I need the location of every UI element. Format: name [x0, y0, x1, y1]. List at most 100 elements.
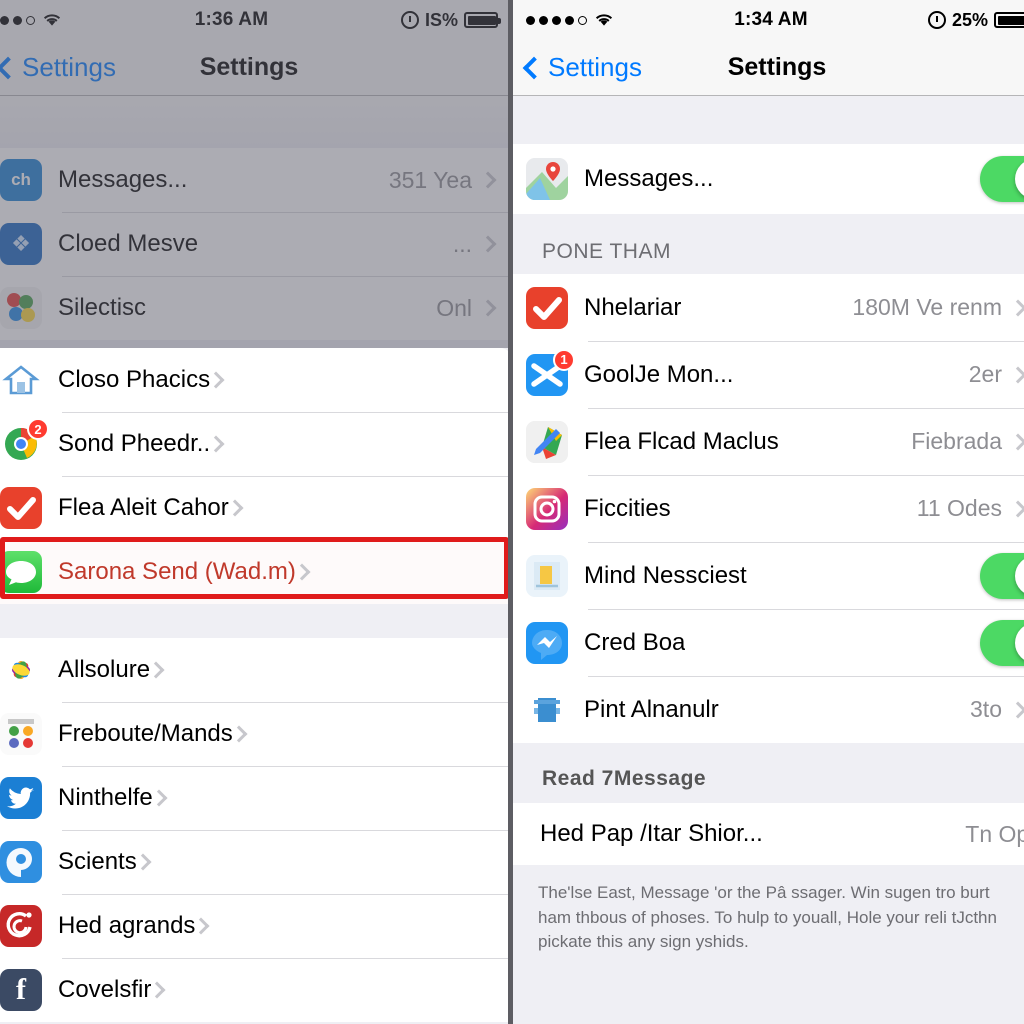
maps-pencil-icon	[526, 420, 568, 463]
toggle-switch[interactable]	[980, 156, 1024, 202]
list-item-label: Sarona Send (Wad.m)	[58, 558, 296, 585]
mail-icon-wrap: 1	[526, 348, 575, 396]
list-item-label: Freboute/Mands	[58, 720, 233, 747]
vpn-app-icon: ❖	[0, 223, 42, 265]
list-item[interactable]: Cred Boa	[512, 609, 1024, 676]
list-item[interactable]: Scients	[0, 830, 512, 894]
right-back-label: Settings	[548, 52, 642, 82]
list-item[interactable]: Flea Flcad Maclus Fiebrada	[512, 408, 1024, 475]
list-item[interactable]: Ninthelfe	[0, 766, 512, 830]
chevron-right-icon	[147, 661, 165, 679]
right-status-right: 25%	[927, 9, 1024, 31]
photos-app-icon	[0, 649, 42, 691]
list-item[interactable]: Pint Alnanulr 3to	[512, 676, 1024, 743]
right-back-button[interactable]: Settings	[512, 52, 642, 83]
list-item[interactable]: ❖ Cloed Mesve ...	[0, 212, 512, 276]
list-item[interactable]: Allsolure	[0, 638, 512, 702]
list-item[interactable]: ch Messages... 351 Yea	[0, 148, 512, 212]
list-item-label: GoolJe Mon...	[584, 360, 734, 388]
list-item-label: Cloed Mesve	[58, 230, 199, 257]
reminders-app-icon	[0, 713, 42, 755]
list-item[interactable]: 2 Sond Pheedr..	[0, 412, 512, 476]
list-item[interactable]: Silectisc Onl	[0, 276, 512, 340]
location-app-icon	[0, 841, 42, 883]
wifi-icon	[43, 14, 61, 26]
list-item-value: 2er	[968, 361, 1002, 387]
left-status-bar: 1:36 AM IS%	[0, 0, 512, 40]
printer-app-icon	[526, 688, 568, 731]
chevron-right-icon	[479, 171, 497, 189]
left-battery-percent: IS%	[424, 9, 458, 30]
chevron-left-icon	[0, 56, 20, 79]
list-item[interactable]: Hed Pap /Itar Shior... Tn Ope	[512, 803, 1024, 865]
notification-badge: 2	[27, 418, 49, 440]
list-item[interactable]: Flea Aleit Cahor	[0, 476, 512, 540]
chevron-left-icon	[522, 56, 546, 79]
home-app-icon	[0, 359, 42, 401]
left-back-label: Settings	[22, 52, 116, 82]
list-item[interactable]: Messages...	[512, 144, 1024, 214]
messages-app-icon	[0, 551, 42, 593]
signal-dots-icon	[0, 15, 35, 25]
messenger-app-icon	[526, 621, 568, 664]
list-item-label: Nhelariar	[584, 293, 682, 321]
list-item[interactable]: Freboute/Mands	[0, 702, 512, 766]
list-item-value: 3to	[970, 696, 1002, 722]
list-item-label: Flea Aleit Cahor	[58, 494, 229, 521]
chrome-icon-wrap: 2	[0, 418, 49, 465]
list-item[interactable]: f Covelsfir	[0, 958, 512, 1022]
list-item-value: 351 Yea	[388, 166, 472, 193]
toggle-switch[interactable]	[980, 619, 1024, 666]
chevron-right-icon	[192, 917, 210, 935]
list-item[interactable]: Hed agrands	[0, 894, 512, 958]
chevron-right-icon	[226, 499, 244, 517]
list-item[interactable]: Nhelariar 180M Ve renm	[512, 274, 1024, 341]
instagram-app-icon	[526, 487, 568, 530]
list-item[interactable]: Closo Phacics	[0, 348, 512, 412]
maps-app-icon	[526, 158, 568, 200]
left-clock: 1:36 AM	[194, 9, 269, 30]
list-item-label: Closo Phacics	[58, 366, 211, 393]
section-header: PONE THAM	[512, 214, 1024, 274]
list-item[interactable]: 1 GoolJe Mon... 2er	[512, 341, 1024, 408]
watch-app-icon: ch	[0, 159, 42, 201]
list-item-label: Pint Alnanulr	[584, 695, 719, 723]
battery-icon	[464, 12, 501, 28]
left-status-right: IS%	[400, 9, 501, 31]
right-nav-bar: Settings Settings	[512, 40, 1024, 96]
left-top-spacer	[0, 96, 512, 148]
chevron-right-icon	[479, 235, 497, 253]
list-item-label: Flea Flcad Maclus	[584, 427, 779, 455]
chevron-right-icon	[207, 435, 225, 453]
right-group-middle: Nhelariar 180M Ve renm 1 GoolJe Mon... 2…	[512, 274, 1024, 743]
list-item[interactable]: Ficcities 11 Odes	[512, 475, 1024, 542]
battery-icon	[994, 12, 1024, 28]
left-group-middle: Closo Phacics 2 Sond Pheedr.. Flea Aleit…	[0, 348, 512, 604]
list-item-value: 11 Odes	[916, 495, 1002, 521]
alarm-icon	[927, 11, 946, 29]
left-gap-1	[0, 340, 512, 348]
right-phone-panel: 1:34 AM 25% Settings Settings Messages..…	[512, 0, 1024, 1024]
list-item-label: Mind Nessciest	[584, 561, 747, 589]
facebook-app-icon: f	[0, 969, 42, 1011]
left-back-button[interactable]: Settings	[0, 52, 116, 83]
left-group-bottom: Allsolure Freboute/Mands Ninthelfe Scien…	[0, 638, 512, 1022]
notes-app-icon	[526, 554, 568, 597]
chevron-right-icon	[230, 725, 248, 743]
alarm-icon	[400, 11, 419, 29]
right-clock: 1:34 AM	[734, 9, 808, 30]
photos-balloons-icon	[0, 287, 42, 329]
toggle-switch[interactable]	[980, 552, 1024, 599]
footer-note: The'lse East, Message 'or the Pâ ssager.…	[512, 865, 1024, 955]
list-item-label: Ficcities	[584, 494, 671, 522]
list-item-highlighted[interactable]: Sarona Send (Wad.m)	[0, 540, 512, 604]
list-item-label: Hed Pap /Itar Shior...	[540, 820, 763, 847]
section-header: Read 7Message	[512, 743, 1024, 803]
list-item[interactable]: Mind Nessciest	[512, 542, 1024, 609]
chevron-right-icon	[150, 789, 168, 807]
dual-phone-screenshot: 1:36 AM IS% Settings Settings ch Message…	[0, 0, 1024, 1024]
right-signal-area	[526, 13, 614, 27]
list-item-value: Tn Ope	[965, 820, 1024, 847]
left-phone-panel: 1:36 AM IS% Settings Settings ch Message…	[0, 0, 512, 1024]
right-battery-percent: 25%	[951, 9, 988, 30]
